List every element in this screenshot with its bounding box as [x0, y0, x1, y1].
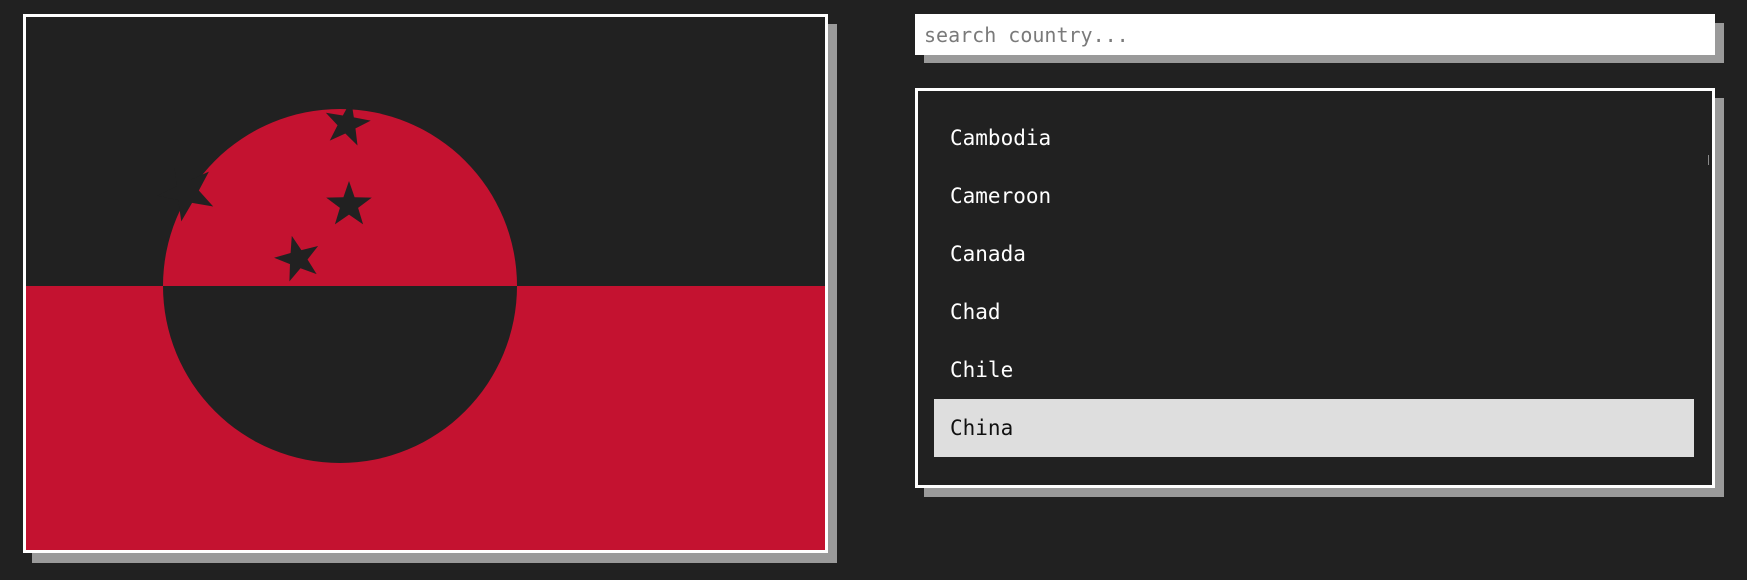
country-list[interactable]: Cabo Verde Cambodia Cameroon Canada Chad… [915, 88, 1715, 488]
list-item-country[interactable]: Cabo Verde [934, 91, 1694, 109]
flag-preview [23, 14, 828, 553]
country-list-items: Cabo Verde Cambodia Cameroon Canada Chad… [918, 91, 1712, 457]
scrollbar-thumb[interactable] [1708, 155, 1709, 165]
list-item-country[interactable]: Canada [934, 225, 1694, 283]
list-item-country[interactable]: Cameroon [934, 167, 1694, 225]
search-input[interactable] [915, 14, 1715, 55]
list-item-country[interactable]: Cambodia [934, 109, 1694, 167]
list-item-country[interactable]: Chad [934, 283, 1694, 341]
app-stage: Cabo Verde Cambodia Cameroon Canada Chad… [0, 0, 1747, 580]
list-item-country[interactable]: Chile [934, 341, 1694, 399]
list-item-country[interactable]: China [934, 399, 1694, 457]
flag-artwork [26, 17, 825, 550]
